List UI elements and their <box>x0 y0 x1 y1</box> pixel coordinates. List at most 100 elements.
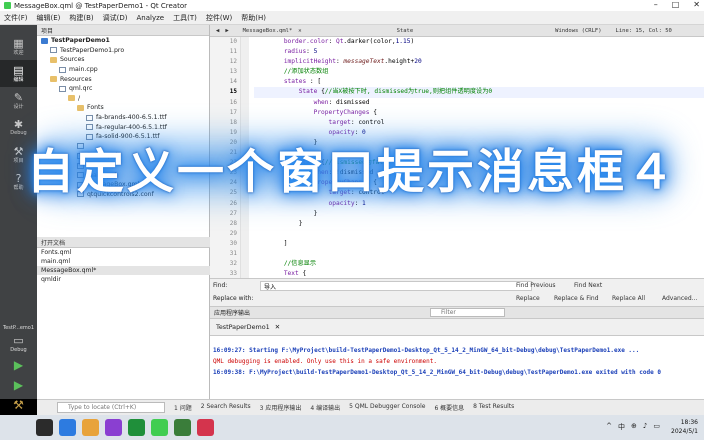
kit-mode: Debug <box>10 347 27 353</box>
edit-icon: ▤ <box>13 63 24 77</box>
clock[interactable]: 18:36 2024/5/1 <box>671 418 698 436</box>
find-input[interactable] <box>260 281 532 291</box>
mode-label: Debug <box>10 130 27 136</box>
menu-item[interactable]: 文件(F) <box>4 13 28 23</box>
mode-help[interactable]: ? 帮助 <box>0 168 37 195</box>
taskbar-app-icon[interactable] <box>128 419 145 436</box>
output-pane-tab[interactable]: 2 Search Results <box>201 403 251 412</box>
locator-input[interactable] <box>57 402 165 413</box>
taskbar-app-icon[interactable] <box>59 419 76 436</box>
tree-item[interactable]: Sources <box>37 55 209 65</box>
nav-forward-icon[interactable]: ▶ <box>225 28 228 34</box>
tree-item[interactable]: fa-brands-400-6.5.1.ttf <box>37 113 209 123</box>
folder-icon <box>50 76 57 83</box>
output-tab[interactable]: TestPaperDemo1 <box>216 323 270 331</box>
nav-back-icon[interactable]: ◀ <box>216 28 219 34</box>
mode-sidebar: ▦ 欢迎 ▤ 编辑 ✎ 设计 ✱ Debug ⚒ 项目? 帮助 TestP...emo1 ▭ Deb… <box>0 25 37 412</box>
file-tab[interactable]: MessageBox.qml* <box>243 28 293 34</box>
menu-item[interactable]: Analyze <box>137 14 165 22</box>
open-document-item[interactable]: Fonts.qml <box>37 248 210 257</box>
editor-toolbar: ◀ ▶ MessageBox.qml* ✕ State Windows (CRL… <box>210 25 704 37</box>
code-line: implicitHeight: messageText.height+20 <box>283 58 422 66</box>
close-icon[interactable]: ✕ <box>693 0 700 9</box>
replace-all-button[interactable]: Replace All <box>612 295 645 302</box>
mode-label: 欢迎 <box>13 49 24 56</box>
output-filter-input[interactable] <box>430 308 506 317</box>
output-line: 16:09:27: Starting F:\MyProject\build-Te… <box>213 347 640 354</box>
code-line: State {//当X被按下时, dismissed为true,则把组件透明度设… <box>254 87 704 98</box>
file-icon <box>50 47 57 54</box>
mode-label: 设计 <box>13 103 24 110</box>
mode-edit[interactable]: ▤ 编辑 <box>0 60 37 87</box>
status-bar: 1 问题 2 Search Results 3 应用程序输出 4 编译输出 5 QML … <box>37 399 704 415</box>
open-documents-title: 打开文档 <box>41 239 66 247</box>
minimize-icon[interactable]: – <box>654 0 658 9</box>
tray-icon[interactable]: 中 <box>618 422 625 432</box>
tray-icon[interactable]: ^ <box>606 422 612 432</box>
mode-bug[interactable]: ✱ Debug <box>0 114 37 141</box>
close-output-tab-icon[interactable]: ✕ <box>275 323 280 331</box>
replace-label: Replace with: <box>213 295 254 302</box>
tree-item[interactable]: TestPaperDemo1 <box>37 36 209 46</box>
advanced-button[interactable]: Advanced... <box>662 295 697 302</box>
maximize-icon[interactable]: □ <box>672 0 680 9</box>
tree-item[interactable]: fa-regular-400-6.5.1.ttf <box>37 122 209 132</box>
output-pane-tab[interactable]: 5 QML Debugger Console <box>349 403 425 412</box>
mode-pencil[interactable]: ✎ 设计 <box>0 87 37 114</box>
tree-item-label: TestPaperDemo1.pro <box>60 46 125 54</box>
taskbar-app-icon[interactable] <box>197 419 214 436</box>
tree-item[interactable]: Fonts <box>37 103 209 113</box>
run-icon[interactable]: ▶ <box>0 355 37 375</box>
output-pane-tab[interactable]: 1 问题 <box>174 403 192 412</box>
taskbar-app-icon[interactable] <box>151 419 168 436</box>
menu-item[interactable]: 控件(W) <box>206 13 232 23</box>
taskbar-app-icon[interactable] <box>174 419 191 436</box>
open-document-item[interactable]: qmldir <box>37 275 210 284</box>
tray-icon[interactable]: ▭ <box>653 422 660 432</box>
replace-button[interactable]: Replace <box>516 295 540 302</box>
menu-item[interactable]: 帮助(H) <box>241 13 266 23</box>
line-number: 30 <box>229 239 237 247</box>
encoding-label[interactable]: Windows (CRLF) <box>555 28 601 34</box>
debug-run-icon[interactable]: ▶ <box>0 375 37 395</box>
open-document-item[interactable]: MessageBox.qml* <box>37 266 210 275</box>
find-next-button[interactable]: Find Next <box>574 282 602 289</box>
tree-item-label: / <box>78 94 81 102</box>
kit-selector[interactable]: TestP...emo1 ▭ Debug <box>0 325 37 353</box>
menu-item[interactable]: 调试(D) <box>103 13 128 23</box>
code-line: } <box>254 209 318 217</box>
output-pane-tab[interactable]: 3 应用程序输出 <box>260 403 302 412</box>
menu-item[interactable]: 工具(T) <box>173 13 197 23</box>
open-document-item[interactable]: main.qml <box>37 257 210 266</box>
code-line: when: dismissed <box>313 98 370 106</box>
build-icon[interactable]: ⚒ <box>0 395 37 415</box>
tree-item[interactable]: TestPaperDemo1.pro <box>37 46 209 56</box>
output-pane-tab[interactable]: 6 概要信息 <box>434 403 464 412</box>
taskbar-app-icon[interactable] <box>36 419 53 436</box>
close-file-icon[interactable]: ✕ <box>298 28 301 34</box>
projects-sidebar: 项目 TestPaperDemo1 TestPaperDemo1.pro Sourc… <box>37 25 210 399</box>
output-log: 16:09:27: Starting F:\MyProject\build-Te… <box>210 336 704 399</box>
tree-item[interactable]: main.cpp <box>37 65 209 75</box>
tray-icon[interactable]: ♪ <box>643 422 647 432</box>
find-label: Find: <box>213 282 228 289</box>
output-pane-tab[interactable]: 4 编译输出 <box>310 403 340 412</box>
output-pane-tab[interactable]: 8 Test Results <box>473 403 514 412</box>
mode-grid[interactable]: ▦ 欢迎 <box>0 33 37 60</box>
taskbar-app-icon[interactable] <box>105 419 122 436</box>
taskbar-app-icon[interactable] <box>82 419 99 436</box>
line-number: 11 <box>229 48 237 56</box>
tree-item[interactable]: Resources <box>37 74 209 84</box>
tree-item[interactable]: qml.qrc <box>37 84 209 94</box>
line-number: 15 <box>229 88 237 96</box>
mode-wrench[interactable]: ⚒ 项目 <box>0 141 37 168</box>
code-line: radius: 5 <box>283 48 318 56</box>
menu-item[interactable]: 构建(B) <box>69 13 93 23</box>
code-line: //信息显示 <box>283 260 317 268</box>
tray-icon[interactable]: ⊕ <box>631 422 637 432</box>
find-previous-button[interactable]: Find Previous <box>516 282 556 289</box>
replace-find-button[interactable]: Replace & Find <box>554 295 599 302</box>
tree-item[interactable]: / <box>37 94 209 104</box>
symbol-selector[interactable]: State <box>397 28 414 34</box>
menu-item[interactable]: 编辑(E) <box>37 13 61 23</box>
